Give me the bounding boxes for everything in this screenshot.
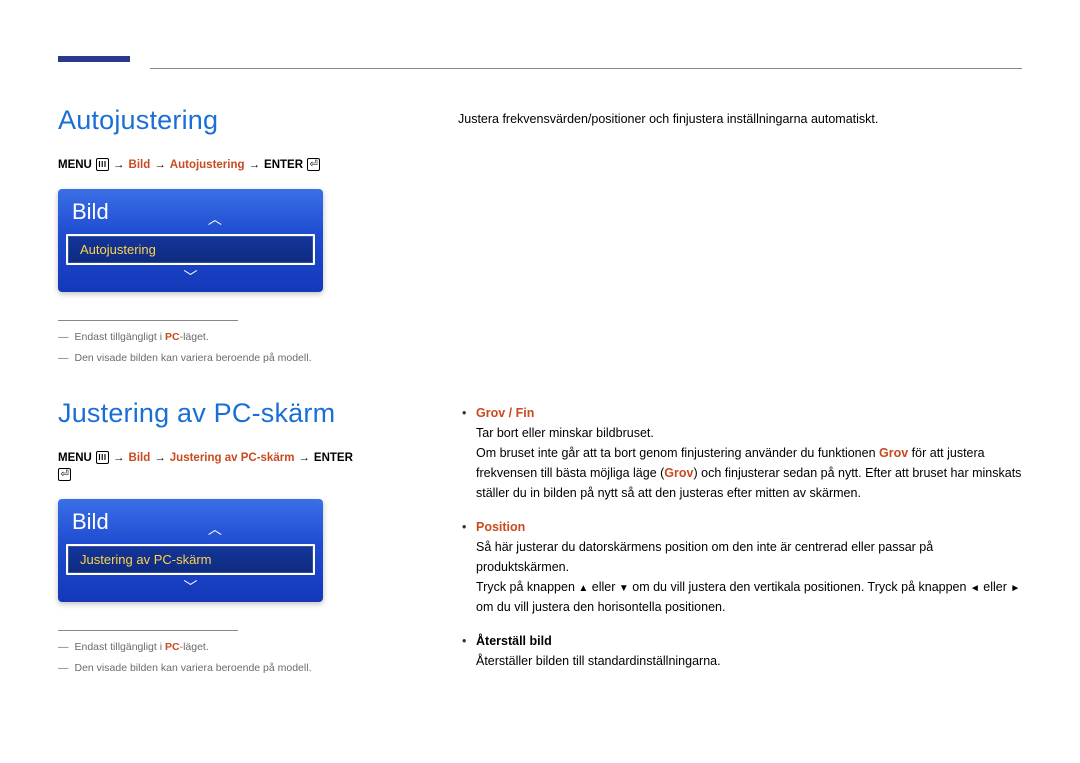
section-title-pc-skarm: Justering av PC-skärm [58, 398, 368, 429]
arrow-icon: → [113, 159, 125, 171]
divider [58, 630, 238, 631]
note-pc-mode: ― Endast tillgängligt i PC-läget. [58, 331, 368, 343]
right-arrow-icon: ► [1010, 581, 1020, 597]
header-rule [150, 68, 1022, 69]
breadcrumb-enter: ENTER [264, 159, 303, 171]
note-image-vary: ― Den visade bilden kan variera beroende… [58, 662, 368, 674]
position-p1: Så här justerar du datorskärmens positio… [476, 537, 1022, 577]
up-arrow-icon: ▲ [578, 581, 588, 597]
breadcrumb-enter: ENTER [314, 452, 353, 464]
list-item-grov-fin: Grov / Fin Tar bort eller minskar bildbr… [458, 403, 1022, 503]
breadcrumb-bild: Bild [129, 452, 151, 464]
note-pc-mode: ― Endast tillgängligt i PC-läget. [58, 641, 368, 653]
item-title-aterstall: Återställ bild [476, 631, 1022, 651]
breadcrumb-item: Autojustering [170, 159, 245, 171]
osd-selected-item: Justering av PC-skärm [66, 544, 315, 575]
osd-panel-autojustering: Bild ︿ Autojustering ﹀ [58, 189, 323, 292]
item-title-position: Position [476, 517, 1022, 537]
aterstall-p1: Återställer bilden till standardinställn… [476, 651, 1022, 671]
menu-icon [96, 158, 109, 171]
enter-icon [307, 158, 320, 171]
breadcrumb-bild: Bild [129, 159, 151, 171]
arrow-icon: → [154, 452, 166, 464]
arrow-icon: → [298, 452, 310, 464]
breadcrumb-menu: MENU [58, 159, 92, 171]
breadcrumb-autojustering: MENU → Bild → Autojustering → ENTER [58, 158, 368, 171]
caret-up-icon: ︿ [115, 519, 315, 541]
left-arrow-icon: ◄ [970, 581, 980, 597]
osd-title: Bild [66, 197, 115, 231]
menu-icon [96, 451, 109, 464]
osd-panel-pc-skarm: Bild ︿ Justering av PC-skärm ﹀ [58, 499, 323, 602]
header-accent-bar [58, 56, 130, 62]
arrow-icon: → [113, 452, 125, 464]
position-p2: Tryck på knappen ▲ eller ▼ om du vill ju… [476, 577, 1022, 617]
breadcrumb-item: Justering av PC-skärm [170, 452, 295, 464]
note-image-vary: ― Den visade bilden kan variera beroende… [58, 352, 368, 364]
list-item-position: Position Så här justerar du datorskärmen… [458, 517, 1022, 617]
arrow-icon: → [154, 159, 166, 171]
grov-fin-p2: Om bruset inte går att ta bort genom fin… [476, 443, 1022, 503]
caret-down-icon: ﹀ [66, 578, 315, 596]
settings-list: Grov / Fin Tar bort eller minskar bildbr… [458, 403, 1022, 671]
divider [58, 320, 238, 321]
item-title-grov: Grov [476, 406, 505, 420]
grov-fin-p1: Tar bort eller minskar bildbruset. [476, 423, 1022, 443]
enter-icon [58, 468, 71, 481]
section-title-autojustering: Autojustering [58, 105, 368, 136]
item-title-fin: Fin [516, 406, 535, 420]
caret-up-icon: ︿ [115, 209, 315, 231]
breadcrumb-menu: MENU [58, 452, 92, 464]
down-arrow-icon: ▼ [619, 581, 629, 597]
section1-description: Justera frekvensvärden/positioner och fi… [458, 109, 1022, 129]
osd-title: Bild [66, 507, 115, 541]
breadcrumb-pc-skarm: MENU → Bild → Justering av PC-skärm → EN… [58, 451, 368, 481]
osd-selected-item: Autojustering [66, 234, 315, 265]
list-item-aterstall: Återställ bild Återställer bilden till s… [458, 631, 1022, 671]
caret-down-icon: ﹀ [66, 268, 315, 286]
arrow-icon: → [249, 159, 261, 171]
